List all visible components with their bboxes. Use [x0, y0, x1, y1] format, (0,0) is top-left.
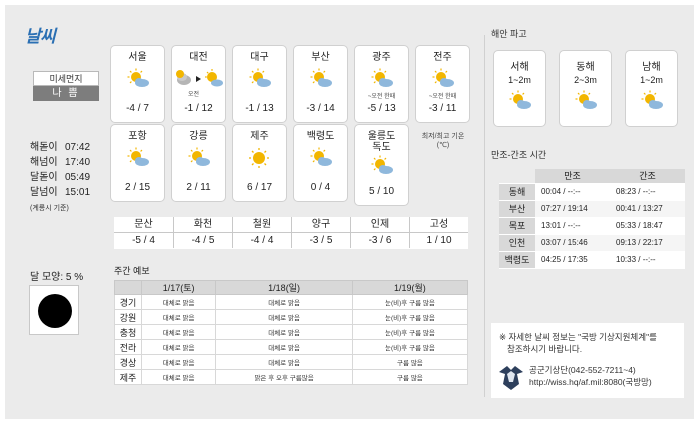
sun-cloud-icon	[127, 147, 149, 166]
sun-cloud-icon	[509, 90, 531, 109]
city-card-gangneung: 강릉 2 / 11	[171, 124, 226, 202]
intranet-link[interactable]: http://wiss.hq/af.mil:8080(국방망)	[529, 376, 652, 388]
moonrise-row: 달돋이 05:49	[30, 172, 91, 183]
moon-phase-label: 달 모양: 5 %	[30, 272, 84, 283]
sunset-row: 해넘이 17:40	[30, 157, 91, 168]
sun-cloud-icon	[249, 68, 271, 87]
tide-header-blank	[499, 169, 535, 184]
moon-icon	[38, 294, 72, 328]
region-cheorwon: 철원 -4 / 4	[232, 217, 291, 248]
sea-wave-title: 해안 파고	[491, 29, 527, 39]
column-divider	[484, 35, 485, 397]
city-card-gwangju: 광주 ~오전 한때 -5 / 13	[354, 45, 409, 123]
sunrise-row: 해돋이 07:42	[30, 142, 91, 153]
table-row: 백령도 04:25 / 17:35 10:33 / --:--	[499, 251, 685, 269]
weekly-header-blank	[114, 280, 142, 295]
region-inje: 인제 -3 / 6	[350, 217, 409, 248]
sun-cloud-icon	[188, 147, 210, 166]
air-force-emblem-icon	[499, 366, 523, 390]
table-row: 경상 대체로 맑음 대체로 맑음 구름 많음	[114, 354, 469, 370]
region-temp-strip: 문산 -5 / 4 화천 -4 / 5 철원 -4 / 4 양구 -3 / 5 인제 -3…	[114, 217, 468, 249]
fine-dust-value: 나 쁨	[33, 86, 99, 101]
cloud-to-sun-icon	[175, 69, 223, 87]
city-card-busan: 부산 -3 / 14	[293, 45, 348, 123]
table-row: 전라 대체로 맑음 대체로 맑음 눈(비)후 구름 많음	[114, 339, 469, 355]
sun-cloud-icon	[432, 68, 454, 87]
region-yanggu: 양구 -3 / 5	[291, 217, 350, 248]
info-box: ※ 자세한 날씨 정보는 "국방 기상지원체계"를 참조하시기 바랍니다. 공군…	[491, 323, 684, 398]
sun-cloud-icon	[310, 68, 332, 87]
table-row: 부산 07:27 / 19:14 00:41 / 13:27	[499, 200, 685, 218]
tide-header-low: 간조	[610, 169, 685, 184]
table-row: 목포 13:01 / --:-- 05:33 / 18:47	[499, 217, 685, 235]
city-card-daegu: 대구 -1 / 13	[232, 45, 287, 123]
sun-cloud-icon	[310, 147, 332, 166]
fine-dust-label: 미세먼지	[33, 71, 99, 86]
moon-phase-box	[29, 285, 79, 335]
weekly-header-date: 1/17(토)	[140, 280, 217, 295]
sea-card-west: 서해 1~2m	[493, 50, 546, 127]
city-card-jeonju: 전주 ~오전 한때 -3 / 11	[415, 45, 470, 123]
moonset-row: 달넘이 15:01	[30, 187, 91, 198]
sun-cloud-icon	[641, 90, 663, 109]
weather-panel: 날씨 미세먼지 나 쁨 해돋이 07:42 해넘이 17:40 달돋이 05:49 달…	[5, 5, 694, 419]
sea-card-east: 동해 2~3m	[559, 50, 612, 127]
info-text: ※ 자세한 날씨 정보는 "국방 기상지원체계"를 참조하시기 바랍니다.	[499, 332, 657, 354]
city-card-ulleungdo: 울릉도 독도 5 / 10	[354, 124, 409, 206]
sun-cloud-icon	[371, 155, 393, 174]
region-hwacheon: 화천 -4 / 5	[173, 217, 232, 248]
sun-cloud-icon	[371, 68, 393, 87]
sun-moon-times: 해돋이 07:42 해넘이 17:40 달돋이 05:49 달넘이 15:01 (계룡시…	[30, 140, 90, 216]
region-goseong: 고성 1 / 10	[409, 217, 468, 248]
table-row: 경기 대체로 맑음 대체로 맑음 눈(비)후 구름 많음	[114, 294, 469, 310]
city-card-baengnyeongdo: 백령도 0 / 4	[293, 124, 348, 202]
sun-cloud-icon	[127, 68, 149, 87]
sea-card-south: 남해 1~2m	[625, 50, 678, 127]
table-row: 강원 대체로 맑음 대체로 맑음 눈(비)후 구름 많음	[114, 309, 469, 325]
fine-dust-widget: 미세먼지 나 쁨	[33, 71, 99, 101]
tide-title: 만조-간조 시간	[491, 150, 547, 160]
contact-info: 공군기상단(042-552-7211~4) http://wiss.hq/af.…	[529, 365, 652, 388]
weekly-forecast-title: 주간 예보	[114, 266, 150, 276]
city-card-jeju: 제주 6 / 17	[232, 124, 287, 202]
table-row: 인천 03:07 / 15:46 09:13 / 22:17	[499, 234, 685, 252]
sun-cloud-icon	[575, 90, 597, 109]
city-card-pohang: 포항 2 / 15	[110, 124, 165, 202]
tide-header-high: 만조	[535, 169, 610, 184]
region-munsan: 문산 -5 / 4	[114, 217, 173, 248]
tide-table: 만조 간조 동해 00:04 / --:-- 08:23 / --:-- 부산 07:…	[499, 169, 685, 269]
city-card-daejeon: 대전 오전 -1 / 12	[171, 45, 226, 123]
table-row: 제주 대체로 맑음 맑은 후 오후 구름많음 구름 많음	[114, 369, 469, 385]
sun-icon	[248, 148, 269, 168]
minmax-temp-note: 최저/최고 기온 (℃)	[421, 133, 465, 149]
table-row: 충청 대체로 맑음 대체로 맑음 눈(비)후 구름 많음	[114, 324, 469, 340]
weekly-header-date: 1/19(월)	[351, 280, 469, 295]
weekly-forecast-table: 1/17(토) 1/18(일) 1/19(월) 경기 대체로 맑음 대체로 맑음 눈(…	[114, 280, 469, 385]
location-note: (계룡시 기준)	[30, 205, 69, 212]
table-row: 동해 00:04 / --:-- 08:23 / --:--	[499, 183, 685, 201]
weekly-header-date: 1/18(일)	[215, 280, 353, 295]
city-card-seoul: 서울 -4 / 7	[110, 45, 165, 123]
weather-logo: 날씨	[25, 27, 56, 46]
